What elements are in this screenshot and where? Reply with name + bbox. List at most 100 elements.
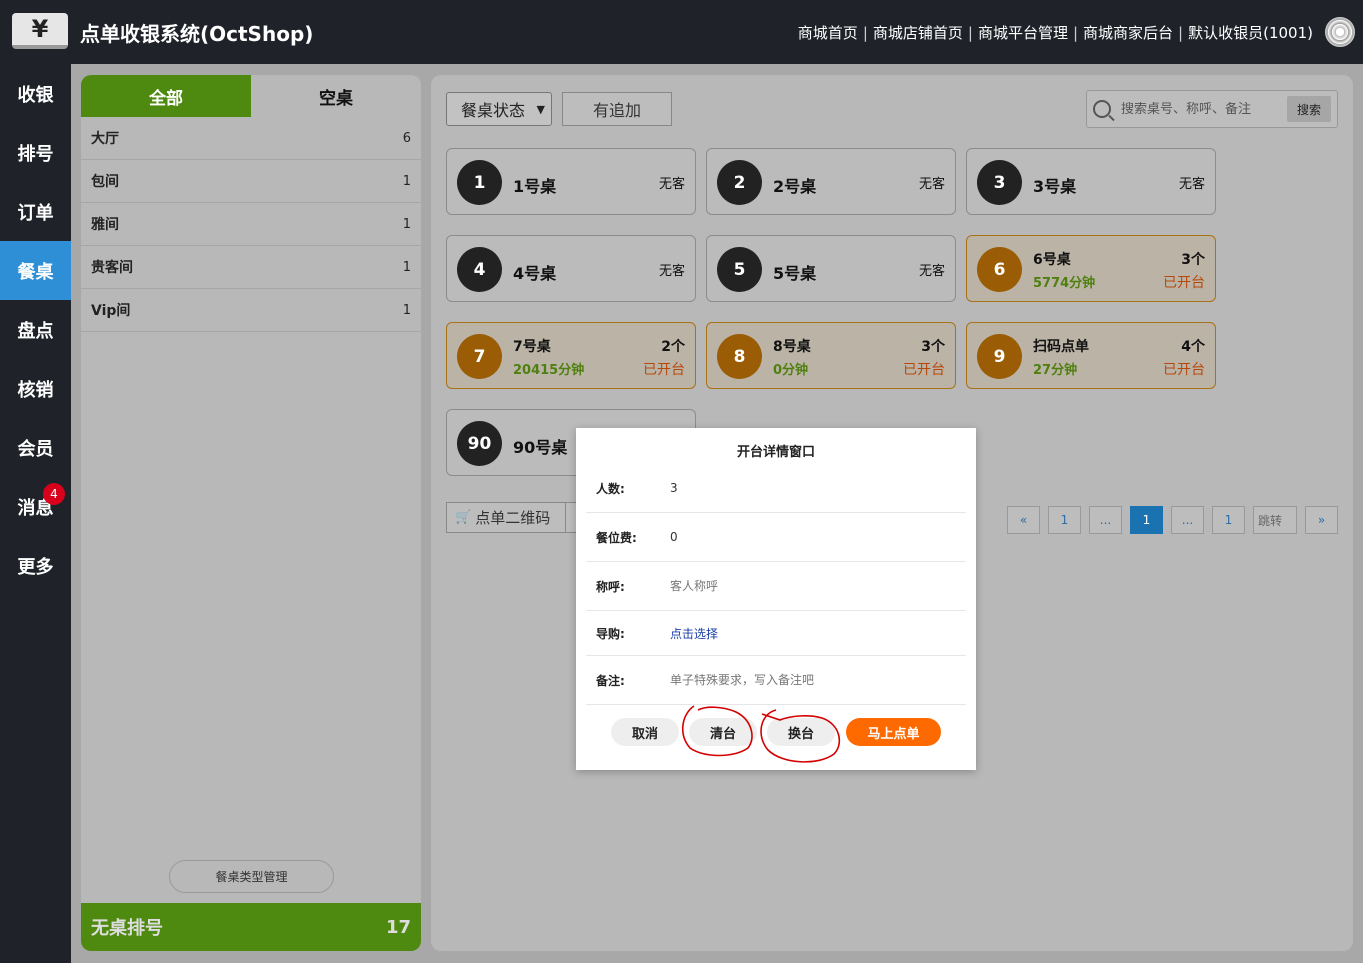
nav-merchant-backend[interactable]: 商城商家后台 — [1083, 22, 1173, 43]
seat-fee-row: 餐位费: 0 — [586, 513, 966, 562]
table-status: 已开台 — [903, 362, 945, 378]
remark-row: 备注: — [586, 656, 966, 705]
guest-name-label: 称呼: — [596, 579, 625, 594]
table-guest-count: 3个 — [1181, 252, 1205, 268]
table-status-select[interactable]: 餐桌状态 ▼ — [446, 92, 552, 126]
category-row-elegant[interactable]: 雅间 1 — [81, 203, 421, 246]
table-name: 1号桌 — [513, 177, 557, 196]
table-status: 无客 — [658, 264, 685, 279]
table-number-circle: 5 — [717, 247, 762, 292]
page-first-button[interactable]: 1 — [1048, 506, 1081, 534]
category-tabs: 全部 空桌 — [81, 75, 421, 117]
nav-cashier-user[interactable]: 默认收银员(1001) — [1188, 22, 1313, 43]
nav-separator: | — [862, 23, 868, 42]
nav-separator: | — [967, 23, 973, 42]
order-now-button[interactable]: 马上点单 — [846, 718, 941, 746]
search-input[interactable] — [1121, 101, 1287, 117]
table-name: 7号桌 — [513, 339, 551, 355]
category-row-private[interactable]: 包间 1 — [81, 160, 421, 203]
people-label: 人数: — [596, 481, 625, 496]
table-status: 无客 — [918, 177, 945, 192]
side-item-cashier[interactable]: 收银 — [0, 64, 71, 123]
table-card[interactable]: 1 1号桌 无客 — [446, 148, 696, 215]
category-row-guest[interactable]: 贵客间 1 — [81, 246, 421, 289]
category-count: 1 — [402, 302, 411, 318]
seat-fee-label: 餐位费: — [596, 530, 637, 545]
select-value: 餐桌状态 — [461, 101, 526, 120]
category-row-vip[interactable]: Vip间 1 — [81, 289, 421, 332]
category-name: 包间 — [91, 174, 119, 190]
table-status: 无客 — [658, 177, 685, 192]
page-ellipsis: ... — [1089, 506, 1122, 534]
page-current[interactable]: 1 — [1130, 506, 1163, 534]
side-item-verify[interactable]: 核销 — [0, 359, 71, 418]
qr-button-label: 点单二维码 — [475, 509, 551, 527]
guide-select-link[interactable]: 点击选择 — [670, 625, 718, 642]
chevron-down-icon: ▼ — [536, 102, 545, 116]
table-status: 已开台 — [1163, 362, 1205, 378]
side-item-label: 盘点 — [17, 320, 54, 342]
table-card-open[interactable]: 7 7号桌 2个 20415分钟 已开台 — [446, 322, 696, 389]
table-card[interactable]: 3 3号桌 无客 — [966, 148, 1216, 215]
table-card[interactable]: 5 5号桌 无客 — [706, 235, 956, 302]
side-item-label: 排号 — [17, 143, 54, 165]
order-qrcode-button[interactable]: 🛒 点单二维码 — [446, 502, 566, 533]
table-number-circle: 8 — [717, 334, 762, 379]
side-item-inventory[interactable]: 盘点 — [0, 300, 71, 359]
search-button[interactable]: 搜索 — [1287, 96, 1331, 122]
side-item-orders[interactable]: 订单 — [0, 182, 71, 241]
nav-store-home[interactable]: 商城店铺首页 — [873, 22, 963, 43]
side-item-tables[interactable]: 餐桌 — [0, 241, 71, 300]
guest-name-row: 称呼: — [586, 562, 966, 611]
clear-table-button[interactable]: 清台 — [689, 718, 757, 746]
tab-all[interactable]: 全部 — [81, 75, 251, 117]
switch-table-button[interactable]: 换台 — [767, 718, 835, 746]
page-jump-input[interactable]: 跳转 — [1253, 506, 1297, 534]
table-name: 扫码点单 — [1033, 339, 1089, 355]
no-table-queue-bar[interactable]: 无桌排号 17 — [81, 903, 421, 951]
table-status: 无客 — [918, 264, 945, 279]
remark-input[interactable] — [670, 673, 930, 687]
table-name: 5号桌 — [773, 264, 817, 283]
table-card[interactable]: 4 4号桌 无客 — [446, 235, 696, 302]
seat-fee-value[interactable]: 0 — [670, 530, 678, 544]
no-table-label: 无桌排号 — [91, 918, 163, 939]
guide-row: 导购: 点击选择 — [586, 611, 966, 656]
table-card-open[interactable]: 9 扫码点单 4个 27分钟 已开台 — [966, 322, 1216, 389]
has-extra-button[interactable]: 有追加 — [562, 92, 672, 126]
side-item-more[interactable]: 更多 — [0, 536, 71, 595]
table-card[interactable]: 2 2号桌 无客 — [706, 148, 956, 215]
tab-empty[interactable]: 空桌 — [251, 75, 421, 117]
page-last-button[interactable]: 1 — [1212, 506, 1245, 534]
category-row-hall[interactable]: 大厅 6 — [81, 117, 421, 160]
table-number-circle: 90 — [457, 421, 502, 466]
side-item-messages[interactable]: 消息 4 — [0, 477, 71, 536]
page-ellipsis: ... — [1171, 506, 1204, 534]
page-next-button[interactable]: » — [1305, 506, 1338, 534]
category-name: 贵客间 — [91, 260, 133, 276]
side-item-members[interactable]: 会员 — [0, 418, 71, 477]
page-prev-button[interactable]: « — [1007, 506, 1040, 534]
table-card-open[interactable]: 6 6号桌 3个 5774分钟 已开台 — [966, 235, 1216, 302]
table-number-circle: 4 — [457, 247, 502, 292]
nav-mall-home[interactable]: 商城首页 — [798, 22, 858, 43]
nav-separator: | — [1178, 23, 1184, 42]
table-guest-count: 4个 — [1181, 339, 1205, 355]
table-type-manage-button[interactable]: 餐桌类型管理 — [169, 860, 334, 893]
table-open-duration: 5774分钟 — [1033, 276, 1096, 291]
cancel-button[interactable]: 取消 — [611, 718, 679, 746]
side-item-label: 核销 — [17, 379, 54, 401]
category-name: 大厅 — [91, 131, 119, 147]
search-box: 搜索 — [1086, 90, 1338, 128]
guest-name-input[interactable] — [670, 579, 930, 593]
side-item-queue[interactable]: 排号 — [0, 123, 71, 182]
pagination: « 1 ... 1 ... 1 跳转 » — [1007, 506, 1338, 534]
user-avatar[interactable] — [1325, 17, 1355, 47]
app-title: 点单收银系统(OctShop) — [80, 22, 314, 46]
table-card-open[interactable]: 8 8号桌 3个 0分钟 已开台 — [706, 322, 956, 389]
dialog-title: 开台详情窗口 — [736, 445, 815, 460]
people-value[interactable]: 3 — [670, 481, 678, 495]
nav-platform-admin[interactable]: 商城平台管理 — [978, 22, 1068, 43]
table-name: 90号桌 — [513, 438, 568, 457]
guide-label: 导购: — [596, 626, 625, 641]
